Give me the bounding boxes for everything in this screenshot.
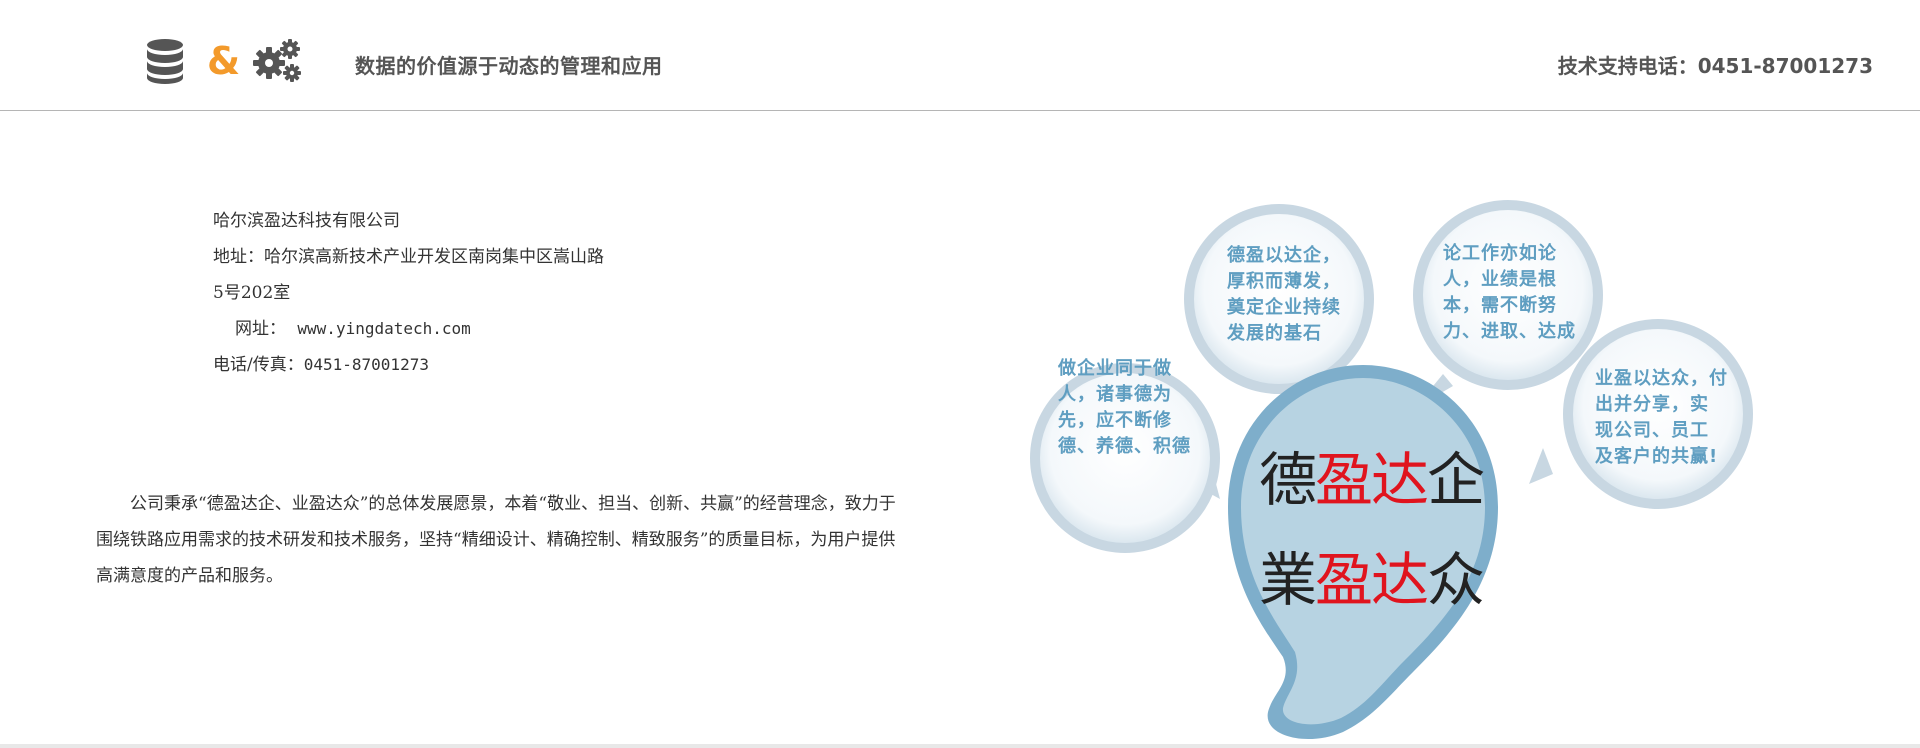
company-info: 哈尔滨盈达科技有限公司 地址：哈尔滨高新技术产业开发区南岗集中区嵩山路 5号20… bbox=[213, 203, 604, 383]
website-link[interactable]: www.yingdatech.com bbox=[297, 319, 470, 338]
bubble-left-line: 做企业同于做 bbox=[1057, 357, 1172, 379]
bubble-right-line: 及客户的共赢! bbox=[1595, 445, 1718, 467]
values-illustration: 德盈以达企， 厚积而薄发， 奠定企业持续 发展的基石 论工作亦如论 人，业绩是根… bbox=[1030, 200, 1753, 740]
company-address-2: 5号202室 bbox=[213, 283, 291, 303]
callig-char-ying2: 盈 bbox=[1315, 546, 1373, 614]
bubble-top-right-line: 力、进取、达成 bbox=[1443, 320, 1576, 342]
bubble-right-line: 出并分享，实 bbox=[1595, 393, 1709, 415]
company-website-row: 网址： www.yingdatech.com bbox=[213, 311, 604, 347]
bubble-left: 做企业同于做 人，诸事德为 先，应不断修 德、养德、积德 bbox=[1030, 357, 1220, 553]
company-name: 哈尔滨盈达科技有限公司 bbox=[213, 211, 400, 231]
slogan: 数据的价值源于动态的管理和应用 bbox=[355, 54, 663, 78]
bubble-top-right-line: 论工作亦如论 bbox=[1443, 242, 1557, 264]
bubble-top-left-line: 厚积而薄发， bbox=[1227, 270, 1341, 292]
bubble-top-right-line: 本，需不断努 bbox=[1443, 294, 1557, 316]
phone-label: 电话/传真： bbox=[213, 355, 304, 375]
bubble-top-right-line: 人，业绩是根 bbox=[1443, 268, 1557, 290]
callig-char-de: 德 bbox=[1259, 446, 1317, 514]
bubble-left-line: 先，应不断修 bbox=[1058, 409, 1172, 431]
footer-divider bbox=[0, 744, 1920, 748]
company-intro: 公司秉承“德盈达企、业盈达众”的总体发展愿景，本着“敬业、担当、创新、共赢”的经… bbox=[96, 494, 896, 586]
bubble-right-line: 业盈以达众，付 bbox=[1595, 367, 1728, 389]
database-icon bbox=[147, 39, 183, 84]
logo-ampersand: & bbox=[207, 39, 241, 83]
bubble-top-left-line: 德盈以达企， bbox=[1227, 244, 1341, 266]
callig-char-qi: 企 bbox=[1427, 446, 1485, 514]
callig-char-zhong: 众 bbox=[1427, 546, 1485, 614]
bubble-right-line: 现公司、员工 bbox=[1595, 420, 1709, 441]
callig-char-ye: 業 bbox=[1259, 546, 1317, 614]
callig-char-da2: 达 bbox=[1371, 546, 1429, 614]
logo[interactable]: & bbox=[145, 36, 302, 86]
callig-char-da: 达 bbox=[1371, 446, 1429, 514]
center-drop: 德 盈 达 企 業 盈 达 众 bbox=[1228, 365, 1498, 740]
header: & 数据的价值源于动态的管理和应用 技术支持电话：0451-87001273 bbox=[0, 0, 1920, 111]
gears-icon bbox=[253, 39, 302, 82]
company-phone-row: 电话/传真：0451-87001273 bbox=[213, 347, 604, 383]
support-phone: 技术支持电话：0451-87001273 bbox=[1557, 54, 1873, 78]
bubble-left-line: 人，诸事德为 bbox=[1058, 383, 1172, 405]
website-label: 网址： bbox=[235, 319, 286, 339]
bubble-top-left-line: 奠定企业持续 bbox=[1226, 296, 1341, 318]
company-address-1: 地址：哈尔滨高新技术产业开发区南岗集中区嵩山路 bbox=[213, 247, 604, 267]
callig-char-ying: 盈 bbox=[1315, 446, 1373, 514]
bubble-top-left-line: 发展的基石 bbox=[1226, 322, 1322, 344]
bubble-left-line: 德、养德、积德 bbox=[1058, 435, 1191, 457]
phone-number: 0451-87001273 bbox=[303, 355, 429, 374]
